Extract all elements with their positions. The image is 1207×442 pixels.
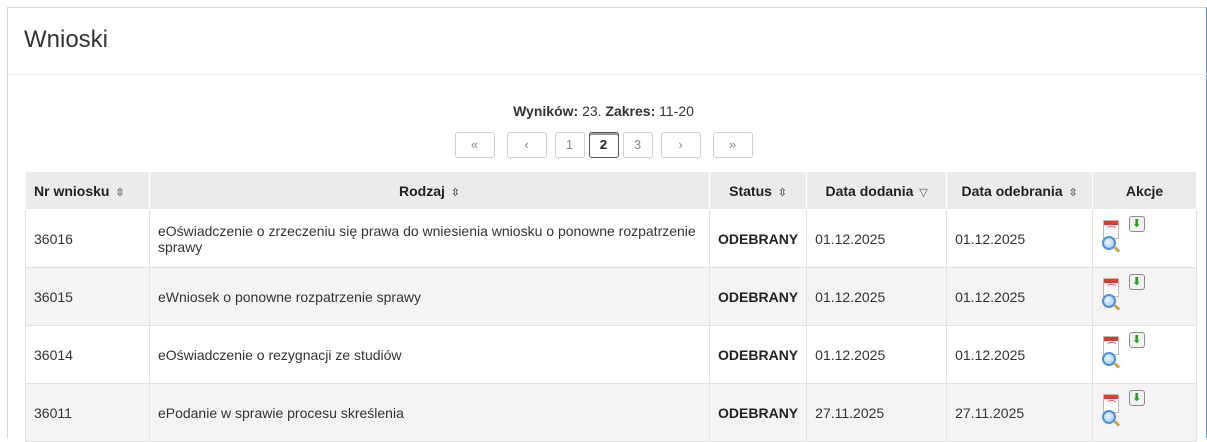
sort-icon: ⇳ bbox=[450, 186, 460, 199]
magnifier-icon[interactable] bbox=[1102, 293, 1121, 311]
pager-prev-button[interactable]: ‹ bbox=[506, 132, 547, 158]
pager-page-3[interactable]: 3 bbox=[622, 132, 653, 158]
column-header-nr[interactable]: Nr wniosku ⇳ bbox=[25, 171, 150, 210]
cell-data-dodania: 01.12.2025 bbox=[806, 325, 948, 384]
results-count-label: Wyników: bbox=[513, 103, 579, 119]
cell-nr: 36016 bbox=[25, 209, 150, 268]
table-row: 36011 ePodanie w sprawie procesu skreśle… bbox=[25, 383, 1197, 442]
cell-akcje: ⌒ ⬇ bbox=[1092, 209, 1197, 268]
column-header-rodzaj[interactable]: Rodzaj ⇳ bbox=[148, 171, 711, 210]
results-summary: Wyników: 23. Zakres: 11-20 bbox=[0, 103, 1207, 119]
cell-rodzaj: eOświadczenie o zrzeczeniu się prawa do … bbox=[148, 209, 711, 268]
page-title: Wnioski bbox=[24, 26, 109, 53]
pager-last-button[interactable]: » bbox=[712, 132, 753, 158]
table-row: 36014 eOświadczenie o rezygnacji ze stud… bbox=[25, 325, 1197, 384]
pager-page-1[interactable]: 1 bbox=[554, 132, 585, 158]
column-header-nr-label: Nr wniosku bbox=[34, 182, 110, 199]
cell-status: ODEBRANY bbox=[709, 383, 808, 442]
cell-rodzaj: ePodanie w sprawie procesu skreślenia bbox=[148, 383, 711, 442]
table-header-row: Nr wniosku ⇳ Rodzaj ⇳ Status ⇳ Data doda… bbox=[25, 171, 1197, 210]
column-header-data-odebrania[interactable]: Data odebrania ⇳ bbox=[946, 171, 1094, 210]
cell-akcje: ⌒ ⬇ bbox=[1092, 325, 1197, 384]
table-row: 36016 eOświadczenie o zrzeczeniu się pra… bbox=[25, 209, 1197, 268]
results-count: 23. bbox=[582, 103, 602, 119]
column-header-akcje: Akcje bbox=[1092, 171, 1197, 210]
table-row: 36015 eWniosek o ponowne rozpatrzenie sp… bbox=[25, 267, 1197, 326]
column-header-rodzaj-label: Rodzaj bbox=[398, 182, 445, 199]
download-icon[interactable]: ⬇ bbox=[1129, 215, 1146, 232]
cell-status: ODEBRANY bbox=[709, 267, 808, 326]
pager-page-2[interactable]: 2 bbox=[588, 132, 619, 158]
sort-icon: ⇳ bbox=[777, 186, 788, 199]
sort-desc-icon: ▽ bbox=[919, 186, 928, 199]
cell-akcje: ⌒ ⬇ bbox=[1092, 383, 1197, 442]
column-header-data-dodania[interactable]: Data dodania ▽ bbox=[806, 171, 948, 210]
results-range: 11-20 bbox=[659, 103, 694, 119]
cell-status: ODEBRANY bbox=[709, 209, 808, 268]
cell-akcje: ⌒ ⬇ bbox=[1092, 267, 1197, 326]
cell-nr: 36015 bbox=[25, 267, 150, 326]
cell-data-dodania: 27.11.2025 bbox=[806, 383, 948, 442]
pagination: « ‹ 1 2 3 › » bbox=[0, 132, 1207, 158]
wnioski-table: Nr wniosku ⇳ Rodzaj ⇳ Status ⇳ Data doda… bbox=[25, 171, 1197, 442]
cell-data-odebrania: 01.12.2025 bbox=[946, 267, 1094, 326]
pager-next-button[interactable]: › bbox=[660, 132, 701, 158]
cell-nr: 36014 bbox=[25, 325, 150, 384]
title-divider bbox=[8, 74, 1207, 75]
results-range-label: Zakres: bbox=[605, 103, 656, 119]
cell-data-odebrania: 27.11.2025 bbox=[946, 383, 1094, 442]
cell-status: ODEBRANY bbox=[709, 325, 808, 384]
cell-data-dodania: 01.12.2025 bbox=[806, 267, 948, 326]
download-icon[interactable]: ⬇ bbox=[1129, 389, 1146, 406]
download-icon[interactable]: ⬇ bbox=[1129, 331, 1146, 348]
column-header-data-dodania-label: Data dodania bbox=[825, 182, 914, 199]
magnifier-icon[interactable] bbox=[1102, 351, 1121, 369]
cell-data-dodania: 01.12.2025 bbox=[806, 209, 948, 268]
sort-icon: ⇳ bbox=[115, 186, 125, 199]
column-header-status-label: Status bbox=[729, 182, 772, 199]
cell-nr: 36011 bbox=[25, 383, 150, 442]
cell-data-odebrania: 01.12.2025 bbox=[946, 325, 1094, 384]
magnifier-icon[interactable] bbox=[1102, 409, 1121, 427]
top-margin bbox=[0, 0, 1207, 7]
cell-rodzaj: eWniosek o ponowne rozpatrzenie sprawy bbox=[148, 267, 711, 326]
sort-icon: ⇳ bbox=[1068, 186, 1078, 199]
magnifier-icon[interactable] bbox=[1102, 235, 1121, 253]
download-icon[interactable]: ⬇ bbox=[1129, 273, 1146, 290]
column-header-data-odebrania-label: Data odebrania bbox=[961, 182, 1063, 199]
column-header-status[interactable]: Status ⇳ bbox=[709, 171, 808, 210]
cell-rodzaj: eOświadczenie o rezygnacji ze studiów bbox=[148, 325, 711, 384]
pager-first-button[interactable]: « bbox=[454, 132, 495, 158]
cell-data-odebrania: 01.12.2025 bbox=[946, 209, 1094, 268]
